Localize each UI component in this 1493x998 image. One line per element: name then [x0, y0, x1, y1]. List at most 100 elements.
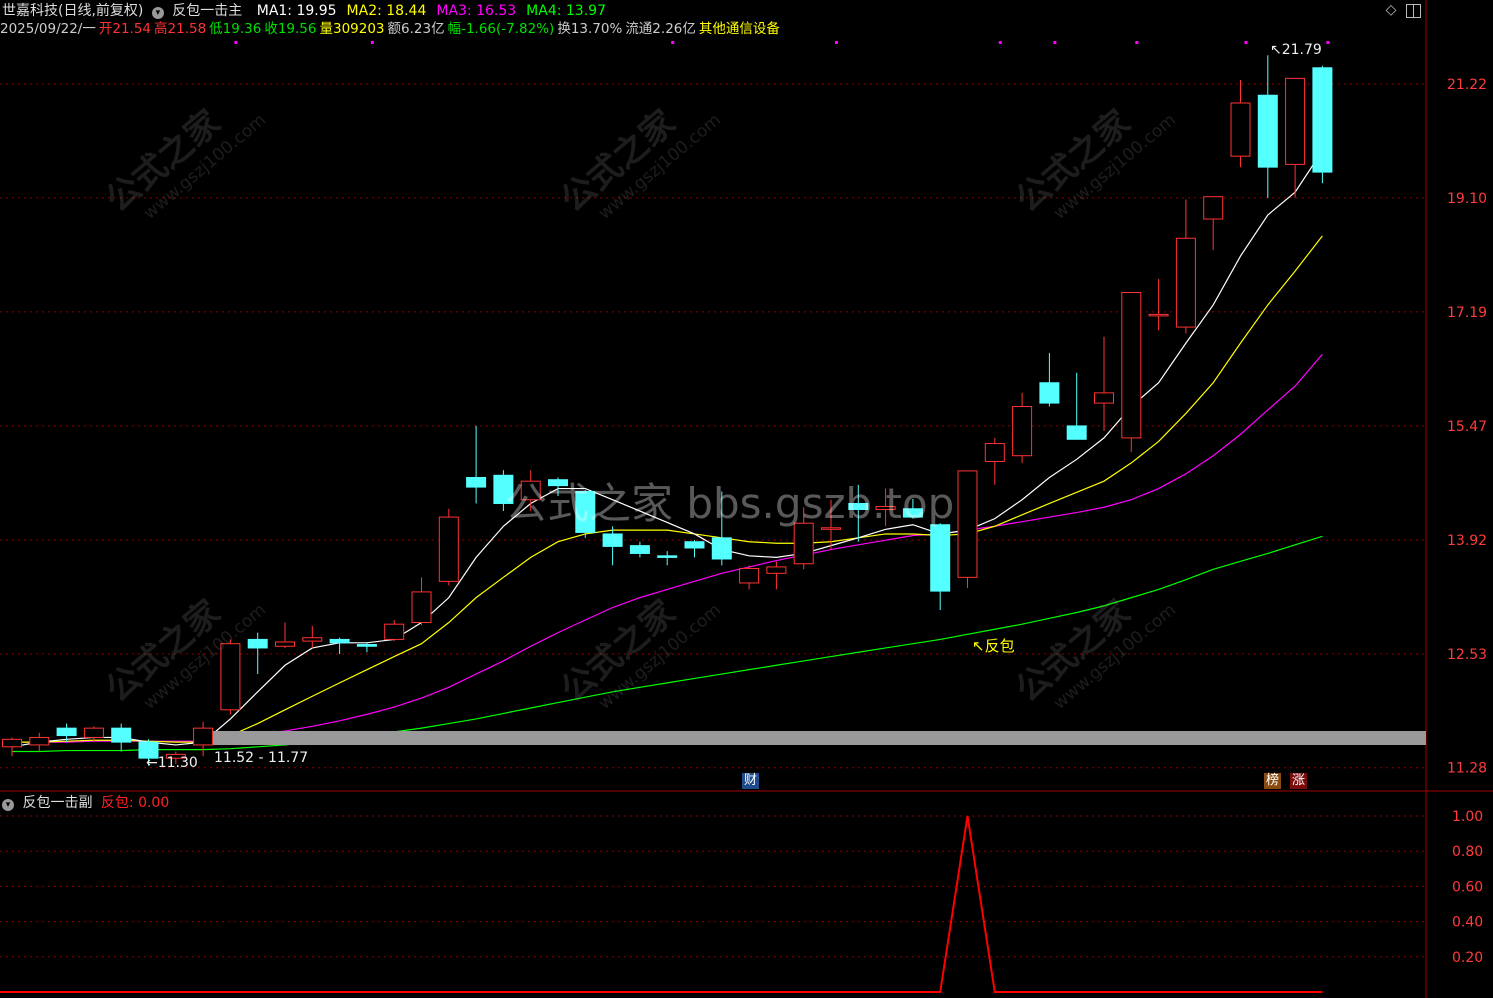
candle-body [220, 643, 241, 711]
fanbao-label: ↖反包 [972, 637, 1015, 655]
candle-body [193, 727, 214, 746]
indicator-name[interactable]: 反包一击主 [172, 3, 242, 19]
candle [466, 425, 487, 504]
price-axis-label: 19.10 [1447, 191, 1487, 207]
candle-body [520, 480, 541, 501]
candle-body [902, 508, 923, 518]
candle-body [1094, 392, 1114, 404]
candle [711, 491, 732, 566]
candle-body [56, 727, 77, 737]
candle-body [466, 476, 487, 488]
signal-dot [671, 41, 675, 44]
sub-axis-label: 0.40 [1452, 915, 1483, 931]
ma-label-1: MA1: 19.95 [256, 3, 337, 19]
ma-label-4: MA4: 13.97 [526, 3, 606, 19]
candle [629, 541, 650, 558]
quote-item: 2025/09/22/一 [0, 21, 96, 37]
sub-indicator-dropdown-icon[interactable]: ▾ [2, 799, 14, 811]
sub-axis-label: 0.20 [1452, 950, 1483, 966]
candle-body [356, 644, 377, 647]
candle-body [875, 505, 896, 511]
chart-window[interactable]: 21.22 19.10 17.19 15.47 13.92 12.53 11.28 1.00 0… [0, 0, 1493, 998]
candle [438, 508, 459, 586]
zhang-badge[interactable]: 涨 [1290, 773, 1308, 789]
cai-badge[interactable]: 财 [742, 773, 760, 789]
candle-body [1121, 292, 1142, 439]
quote-item: 开21.54 [98, 21, 152, 37]
bang-badge[interactable]: 榜 [1264, 773, 1282, 789]
candle-body [1066, 425, 1087, 440]
candle-body [411, 591, 432, 624]
price-axis-label: 15.47 [1447, 419, 1487, 435]
stock-name[interactable]: 世嘉科技(日线,前复权) [2, 3, 143, 19]
candle [2, 737, 22, 757]
candle [1175, 199, 1196, 334]
candle [193, 721, 214, 757]
candle-body [2, 738, 22, 748]
sub-panel-value: 反包: 0.00 [100, 795, 170, 811]
candle [602, 526, 623, 566]
low-label-value: 11.30 [157, 755, 198, 771]
sub-panel-header: ▾ 反包一击副 反包: 0.00 [2, 793, 173, 813]
candle-body [438, 516, 459, 582]
signal-dot [1135, 41, 1139, 44]
candle-body [1257, 94, 1278, 168]
candle-body [111, 727, 132, 743]
candle-body [1230, 102, 1251, 157]
candle [875, 488, 896, 527]
signal-dot [998, 41, 1002, 44]
support-band-rect [212, 731, 1426, 745]
candle [247, 632, 268, 675]
quote-item: 幅-1.66(-7.82%) [447, 21, 555, 37]
signal-dot [1326, 41, 1330, 44]
candle [766, 561, 787, 590]
diamond-icon[interactable]: ◇ [1383, 2, 1399, 18]
sub-axis-label: 1.00 [1452, 809, 1483, 825]
quote-item: 量309203 [319, 21, 385, 37]
support-band [212, 731, 1426, 745]
quote-item: 高21.58 [154, 21, 207, 37]
ma-label-3: MA3: 16.53 [436, 3, 517, 19]
candle-body [548, 479, 568, 487]
quote-item: 低19.36 [209, 21, 262, 37]
candle [1066, 372, 1087, 440]
candle-body [821, 527, 841, 530]
high-label-value: 21.79 [1281, 42, 1322, 58]
candle [1012, 392, 1033, 463]
sub-panel-title[interactable]: 反包一击副 [22, 795, 92, 811]
quote-item: 收19.56 [264, 21, 317, 37]
candle [848, 484, 869, 542]
candle [220, 639, 241, 715]
candle-body [930, 524, 951, 592]
candle [1230, 79, 1251, 168]
candle [329, 637, 350, 654]
price-axis-label: 12.53 [1447, 647, 1487, 663]
sub-panel-chart [0, 815, 1323, 993]
candle [739, 565, 760, 590]
price-axis-label: 13.92 [1447, 533, 1487, 549]
signal-dot [370, 41, 374, 44]
chart-canvas[interactable]: 21.22 19.10 17.19 15.47 13.92 12.53 11.28 1.00 0… [0, 0, 1493, 998]
signal-dot [835, 41, 838, 44]
candle-body [575, 491, 596, 533]
candle [384, 619, 405, 642]
candle [356, 642, 377, 653]
candle-body [1012, 406, 1033, 457]
panel-toggle-icon[interactable] [1406, 4, 1421, 18]
ma-label-2: MA2: 18.44 [346, 3, 427, 19]
candle-body [29, 736, 50, 746]
high-label: ↖21.79 [1270, 42, 1322, 58]
candle-body [711, 537, 732, 560]
sub-axis-label: 0.60 [1452, 879, 1483, 895]
candle [902, 498, 923, 519]
candle [657, 551, 678, 566]
candle-body [766, 566, 787, 574]
indicator-dropdown-icon[interactable]: ▾ [151, 7, 164, 19]
candle [1285, 77, 1306, 198]
quote-item: 额6.23亿 [387, 21, 445, 37]
candle-body [1148, 313, 1169, 317]
candle-body [1285, 77, 1306, 165]
candle-body [493, 474, 514, 504]
moving-averages [11, 150, 1323, 753]
candle [793, 507, 814, 570]
